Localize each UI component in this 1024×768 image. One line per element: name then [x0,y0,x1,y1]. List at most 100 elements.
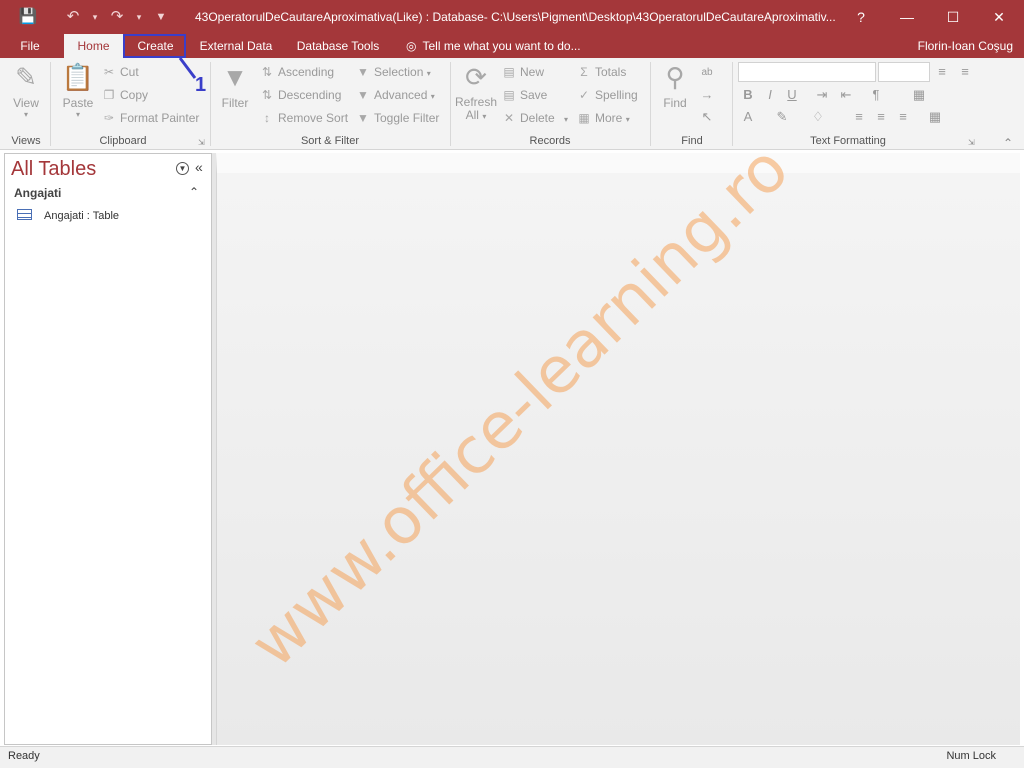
brush-icon: ✑ [103,111,115,125]
more-button[interactable]: ▦ More ▾ [577,108,629,128]
save-record-button[interactable]: ▤ Save [502,85,547,105]
find-label: Find [663,96,687,110]
advanced-label: Advanced [374,88,428,102]
magnifier-icon: ⚲ [665,62,685,92]
group-label-find: Find [681,135,703,147]
align-center-icon[interactable]: ≡ [872,108,890,126]
collapse-pane-icon[interactable]: « [195,159,203,175]
group-label-records: Records [529,135,571,147]
numbering-icon[interactable]: ≡ [956,63,974,81]
status-num-lock: Num Lock [946,750,996,762]
help-button[interactable]: ? [838,0,884,34]
remove-sort-icon: ↕ [264,111,270,125]
filter-button[interactable]: ▼ Filter [216,62,254,110]
user-name[interactable]: Florin-Ioan Coşug [918,34,1013,58]
collapse-ribbon-icon[interactable]: ⌃ [1003,136,1013,150]
nav-item-table[interactable]: Angajati : Table [17,207,119,225]
table-icon [17,209,32,220]
sort-ascending-icon: ⇅ [261,65,273,79]
go-to-icon[interactable]: → [698,86,716,104]
descending-label: Descending [278,88,342,102]
align-left-icon[interactable]: ≡ [850,108,868,126]
font-name-dropdown[interactable] [738,62,876,82]
sort-descending-icon: ⇅ [261,88,273,102]
delete-label: Delete [520,111,555,125]
group-label-text-formatting: Text Formatting [810,135,886,147]
window-title: 43OperatorulDeCautareAproximativa(Like) … [195,10,836,24]
find-button[interactable]: ⚲ Find [658,62,692,110]
bullets-icon[interactable]: ≡ [933,63,951,81]
refresh-all-button[interactable]: ⟳ Refresh All ▾ [455,62,497,123]
sigma-icon: Σ [580,65,588,79]
format-painter-button[interactable]: ✑ Format Painter [102,108,199,128]
descending-button[interactable]: ⇅ Descending [260,85,341,105]
advanced-filter-icon: ▼ [357,88,369,102]
new-record-icon: ▤ [503,65,515,79]
group-collapse-icon[interactable]: ⌃ [189,185,199,199]
save-label: Save [520,88,548,102]
delete-record-button[interactable]: ✕ Delete ▾ [502,108,568,128]
group-label-clipboard: Clipboard [99,135,147,147]
maximize-button[interactable]: ☐ [930,0,976,34]
spelling-icon: ✓ [578,88,590,102]
group-label-views: Views [11,135,41,147]
decrease-indent-icon[interactable]: ⇤ [837,86,855,104]
clipboard-launcher-icon[interactable]: ⇲ [198,138,205,147]
more-label: More [595,111,623,125]
totals-button[interactable]: Σ Totals [577,62,626,82]
document-area [216,153,1020,745]
format-painter-label: Format Painter [120,111,200,125]
more-icon: ▦ [578,111,590,125]
remove-sort-label: Remove Sort [278,111,349,125]
new-record-button[interactable]: ▤ New [502,62,544,82]
nav-group-header[interactable]: Angajati [14,186,61,200]
lightbulb-icon: ◎ [406,39,417,53]
remove-sort-button[interactable]: ↕ Remove Sort [260,108,348,128]
tell-me-label: Tell me what you want to do... [422,39,581,53]
callout-line [178,57,197,79]
underline-icon[interactable]: U [783,86,801,104]
spelling-button[interactable]: ✓ Spelling [577,85,638,105]
group-label-sort-filter: Sort & Filter [300,135,360,147]
select-icon[interactable]: ↖ [698,108,716,126]
italic-icon[interactable]: I [761,86,779,104]
new-label: New [520,65,545,79]
spelling-label: Spelling [595,88,638,102]
font-size-dropdown[interactable] [878,62,930,82]
close-button[interactable]: ✕ [976,0,1022,34]
align-right-icon[interactable]: ≡ [894,108,912,126]
save-record-icon: ▤ [503,88,515,102]
highlight-icon[interactable]: ✎ [773,108,791,126]
selection-button[interactable]: ▼ Selection ▾ [356,62,431,82]
alternate-row-color-icon[interactable]: ▦ [926,108,944,126]
separator [650,62,651,146]
filter-label: Filter [221,96,249,110]
callout-number: 1 [195,74,207,96]
advanced-button[interactable]: ▼ Advanced ▾ [356,85,435,105]
toggle-filter-icon: ▼ [357,111,369,125]
gridlines-icon[interactable]: ▦ [910,86,928,104]
toggle-filter-label: Toggle Filter [374,111,440,125]
totals-label: Totals [595,65,627,79]
toggle-filter-button[interactable]: ▼ Toggle Filter [356,108,439,128]
filter-icon: ▼ [222,62,248,92]
tab-database-tools[interactable]: Database Tools [288,34,388,58]
tell-me-box[interactable]: ◎ Tell me what you want to do... [406,34,581,58]
nav-menu-dropdown-icon[interactable]: ▼ [176,162,189,175]
replace-icon[interactable]: ab [698,64,716,82]
text-formatting-launcher-icon[interactable]: ⇲ [968,138,975,147]
selection-filter-icon: ▼ [357,65,369,79]
paragraph-direction-icon[interactable]: ¶ [867,86,885,104]
bold-icon[interactable]: B [739,86,757,104]
status-bar: Ready Num Lock [0,746,1024,768]
separator [450,62,451,146]
ascending-button[interactable]: ⇅ Ascending [260,62,334,82]
refresh-icon: ⟳ [465,62,487,92]
increase-indent-icon[interactable]: ⇥ [813,86,831,104]
font-color-icon[interactable]: A [739,108,757,126]
nav-pane-title[interactable]: All Tables [11,158,96,181]
navigation-pane: All Tables ▼ « Angajati ⌃ Angajati : Tab… [4,153,212,745]
fill-color-icon[interactable]: ♢ [809,108,827,126]
minimize-button[interactable]: — [884,0,930,34]
refresh-all-label: All [465,108,479,122]
